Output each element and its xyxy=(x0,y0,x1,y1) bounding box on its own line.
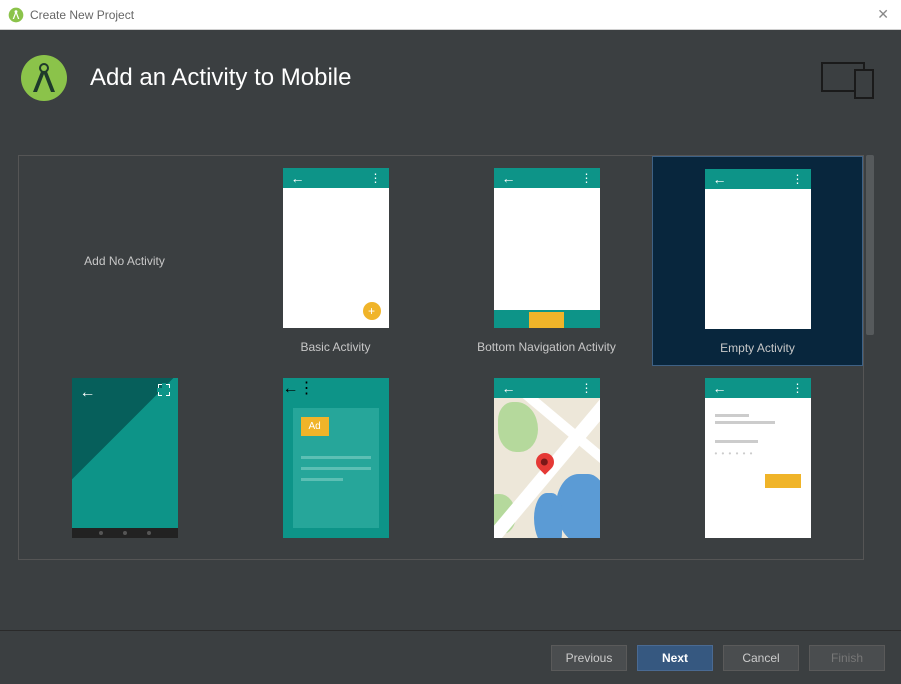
template-thumbnail: ← xyxy=(72,378,178,538)
template-empty-activity[interactable]: ←⋮ Empty Activity xyxy=(652,156,863,366)
fab-icon: + xyxy=(363,302,381,320)
back-arrow-icon: ← xyxy=(713,380,727,396)
window-title: Create New Project xyxy=(30,8,134,22)
next-button[interactable]: Next xyxy=(637,645,713,671)
page-title: Add an Activity to Mobile xyxy=(90,64,351,92)
template-gallery: Add No Activity ←⋮ + Basic Activity ←⋮ B… xyxy=(19,156,863,559)
android-studio-logo-icon xyxy=(20,54,68,102)
main-content: Add No Activity ←⋮ + Basic Activity ←⋮ B… xyxy=(0,125,901,630)
more-icon: ⋮ xyxy=(581,171,592,185)
template-login-activity[interactable]: ←⋮ • • • • • • xyxy=(652,366,863,559)
finish-button: Finish xyxy=(809,645,885,671)
template-label: Empty Activity xyxy=(720,341,795,355)
more-icon: ⋮ xyxy=(792,172,803,186)
template-thumbnail: ←⋮ Ad xyxy=(283,378,389,538)
more-icon: ⋮ xyxy=(792,381,803,395)
template-gallery-frame: Add No Activity ←⋮ + Basic Activity ←⋮ B… xyxy=(18,155,864,560)
template-label: Bottom Navigation Activity xyxy=(477,340,616,354)
template-thumbnail: ← ⋮ + xyxy=(283,168,389,328)
login-button-icon xyxy=(765,474,801,488)
template-add-no-activity[interactable]: Add No Activity xyxy=(19,156,230,366)
template-bottom-navigation[interactable]: ←⋮ Bottom Navigation Activity xyxy=(441,156,652,366)
template-label: Basic Activity xyxy=(300,340,370,354)
back-arrow-icon: ← xyxy=(291,170,305,186)
titlebar: Create New Project ✕ xyxy=(0,0,901,30)
wizard-footer: Previous Next Cancel Finish xyxy=(0,630,901,684)
template-maps-activity[interactable]: ←⋮ xyxy=(441,366,652,559)
gallery-scrollbar[interactable] xyxy=(864,155,876,560)
back-arrow-icon: ← xyxy=(502,170,516,186)
back-arrow-icon: ← xyxy=(80,384,96,402)
close-icon[interactable]: ✕ xyxy=(877,6,889,23)
fullscreen-icon xyxy=(158,384,170,396)
template-admob-activity[interactable]: ←⋮ Ad xyxy=(230,366,441,559)
template-basic-activity[interactable]: ← ⋮ + Basic Activity xyxy=(230,156,441,366)
back-arrow-icon: ← xyxy=(713,171,727,187)
template-label: Add No Activity xyxy=(84,254,165,268)
previous-button[interactable]: Previous xyxy=(551,645,627,671)
back-arrow-icon: ← xyxy=(502,380,516,396)
back-arrow-icon: ← xyxy=(283,380,299,397)
more-icon: ⋮ xyxy=(299,380,315,397)
cancel-button[interactable]: Cancel xyxy=(723,645,799,671)
device-icon xyxy=(821,62,877,100)
wizard-header: Add an Activity to Mobile xyxy=(0,30,901,125)
more-icon: ⋮ xyxy=(370,171,381,185)
android-studio-icon xyxy=(8,7,24,23)
template-fullscreen-activity[interactable]: ← xyxy=(19,366,230,559)
ad-badge: Ad xyxy=(301,417,329,436)
template-thumbnail: ←⋮ • • • • • • xyxy=(705,378,811,538)
template-thumbnail: ←⋮ xyxy=(494,378,600,538)
scrollbar-thumb[interactable] xyxy=(866,155,874,335)
template-thumbnail: ←⋮ xyxy=(705,169,811,329)
template-thumbnail: ←⋮ xyxy=(494,168,600,328)
more-icon: ⋮ xyxy=(581,381,592,395)
